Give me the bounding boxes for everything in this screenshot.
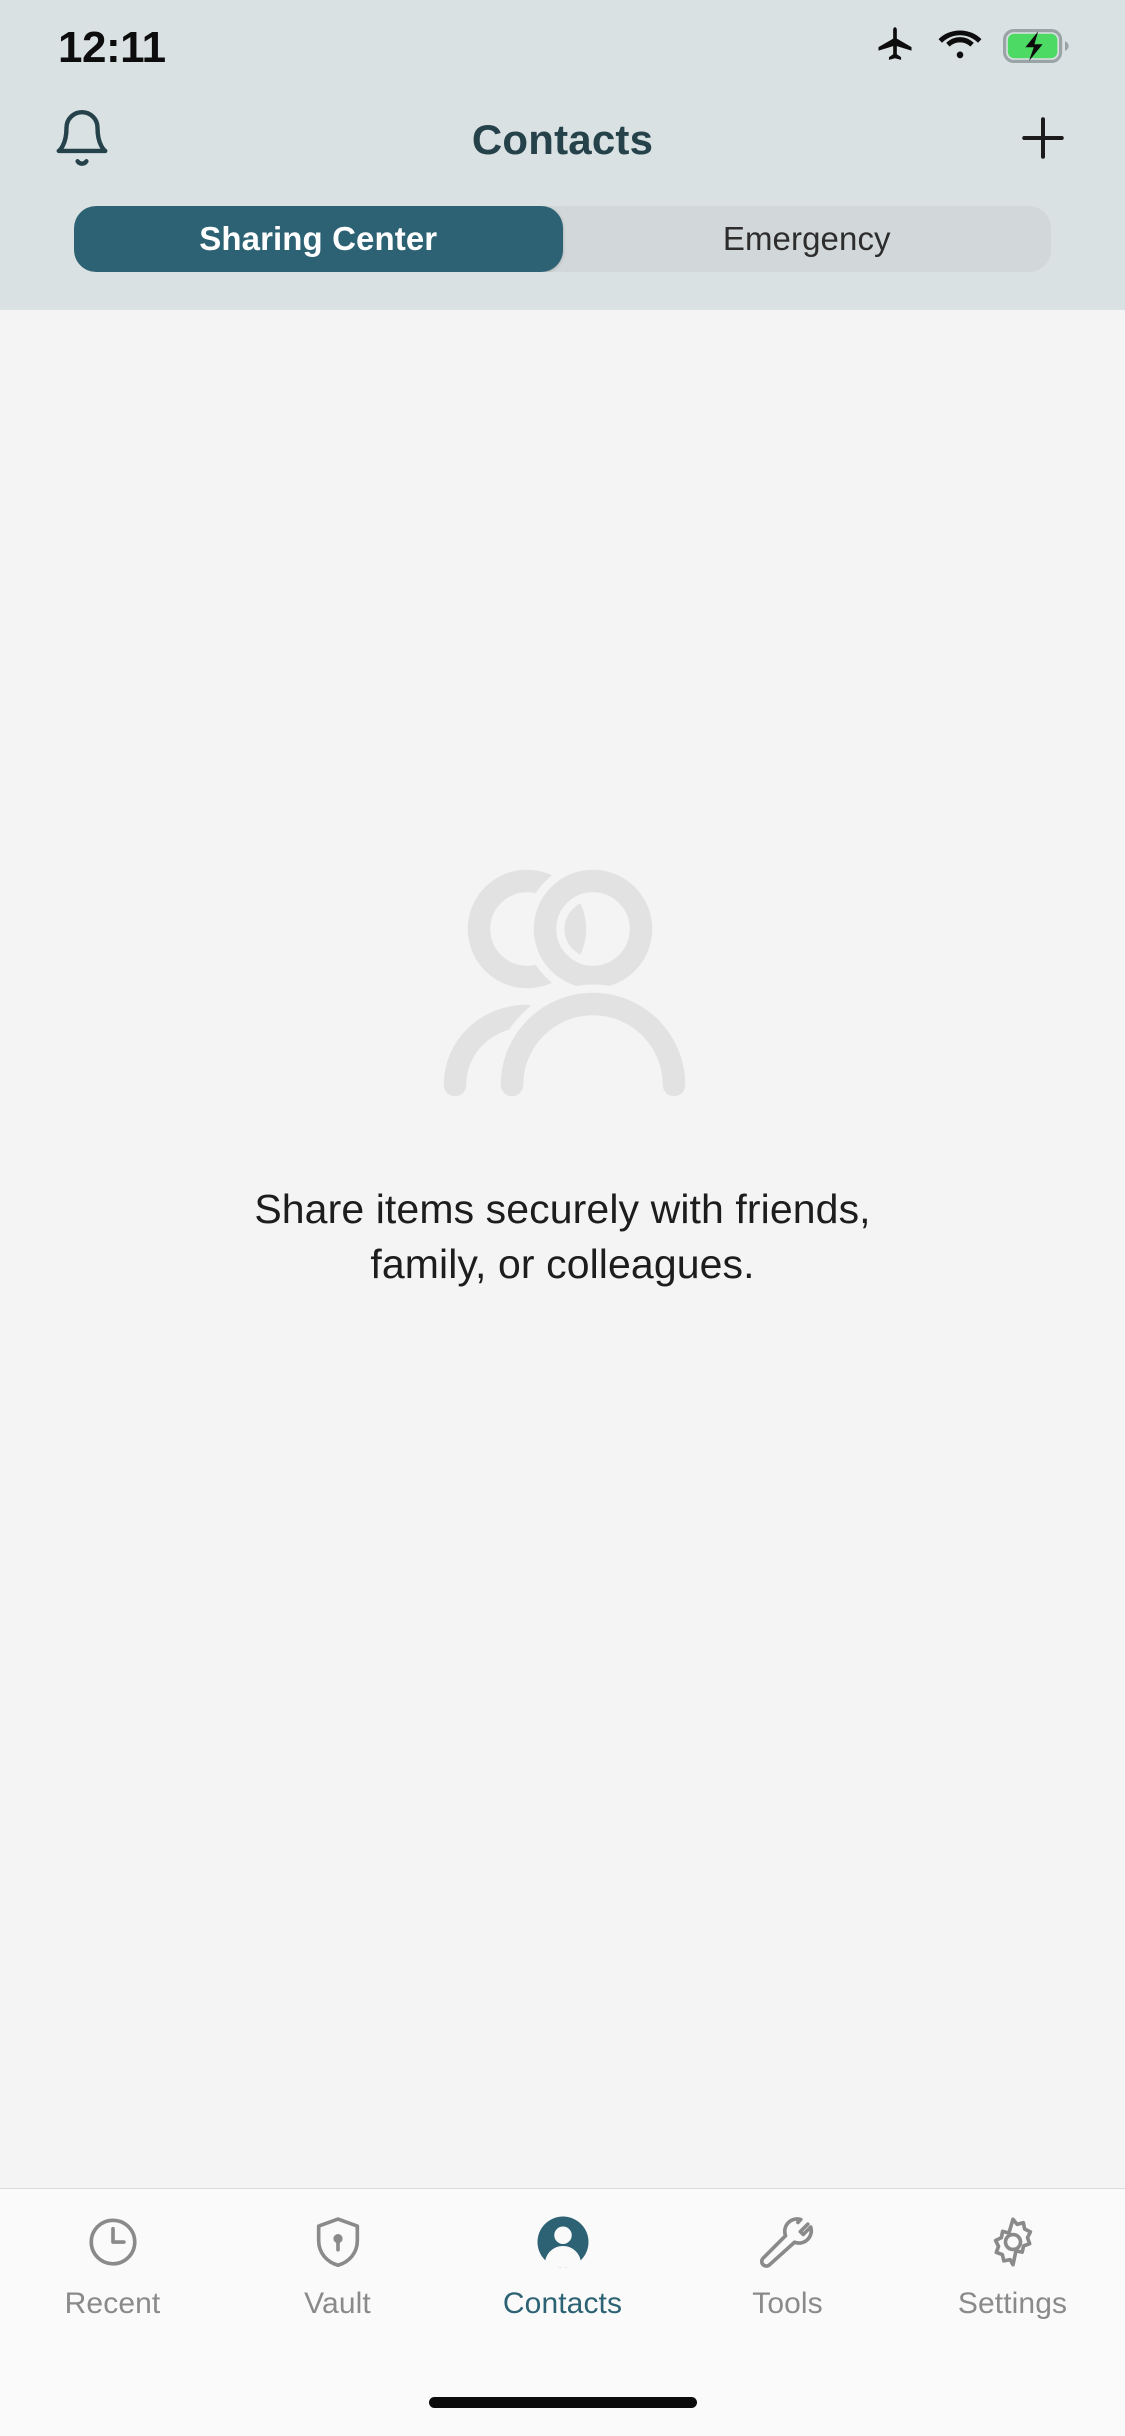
tab-settings[interactable]: Settings (900, 2211, 1125, 2321)
tab-label-vault: Vault (304, 2287, 371, 2320)
status-bar-time: 12:11 (58, 23, 166, 72)
status-bar: 12:11 (0, 0, 1125, 96)
tab-label-contacts: Contacts (502, 2287, 623, 2320)
clock-icon (82, 2211, 144, 2273)
empty-state-message: Share items securely with friends, famil… (254, 1182, 870, 1291)
people-icon (413, 850, 713, 1110)
app-screen: 12:11 Contacts Sharing Center Emergency … (0, 0, 1125, 2436)
plus-icon (1013, 108, 1073, 173)
bell-icon (51, 107, 113, 174)
home-indicator[interactable] (428, 2396, 697, 2408)
tab-recent[interactable]: Recent (0, 2211, 225, 2321)
wifi-icon (937, 28, 983, 69)
shield-lock-icon (307, 2211, 369, 2273)
tab-emergency[interactable]: Emergency (563, 206, 1052, 272)
tab-tools[interactable]: Tools (675, 2211, 900, 2321)
tab-label-tools: Tools (752, 2287, 823, 2320)
tab-vault[interactable]: Vault (225, 2211, 450, 2321)
main-content: Share items securely with friends, famil… (0, 310, 1125, 2188)
tab-label-settings: Settings (957, 2287, 1068, 2320)
add-contact-button[interactable] (1007, 104, 1079, 176)
status-bar-icons (873, 24, 1069, 73)
tab-label-recent: Recent (64, 2287, 161, 2320)
battery-charging-icon (1003, 28, 1069, 68)
gear-icon (982, 2211, 1044, 2273)
empty-state-line-2: family, or colleagues. (370, 1240, 755, 1287)
airplane-mode-icon (873, 24, 917, 73)
person-filled-icon (532, 2211, 594, 2273)
empty-state-line-1: Share items securely with friends, (254, 1186, 871, 1232)
tab-sharing-center[interactable]: Sharing Center (74, 206, 563, 272)
nav-bar: Contacts (0, 96, 1125, 184)
segmented-control-container: Sharing Center Emergency (0, 184, 1125, 310)
home-indicator-area (0, 2368, 1125, 2436)
bottom-tab-bar: Recent Vault Contacts Tools Settings (0, 2188, 1125, 2368)
wrench-icon (757, 2211, 819, 2273)
page-title: Contacts (471, 116, 654, 163)
tab-contacts[interactable]: Contacts (450, 2211, 675, 2321)
segmented-control[interactable]: Sharing Center Emergency (74, 206, 1051, 272)
notifications-button[interactable] (46, 104, 118, 176)
